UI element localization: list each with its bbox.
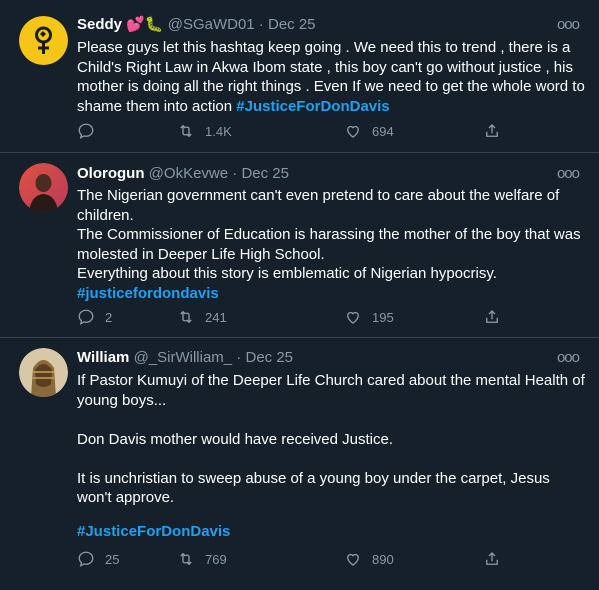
reply-button[interactable]: 25 (77, 549, 119, 569)
retweet-icon (180, 552, 192, 566)
retweet-count: 241 (205, 309, 227, 325)
like-button[interactable]: 694 (344, 121, 394, 141)
share-button[interactable] (483, 307, 501, 327)
tweet-actions: 2 241 195 (77, 307, 579, 327)
tweet-header: Olorogun @OkKevwe · Dec 25 ooo (77, 164, 580, 184)
retweet-button[interactable]: 241 (177, 307, 227, 327)
tweet[interactable]: William @_SirWilliam_ · Dec 25 ooo If Pa… (0, 338, 599, 590)
like-count: 694 (372, 123, 394, 139)
reply-button[interactable]: 2 (77, 307, 112, 327)
reply-count: 25 (105, 551, 120, 567)
tweet-body: If Pastor Kumuyi of the Deeper Life Chur… (77, 372, 585, 506)
profile-photo-icon (19, 163, 68, 212)
like-button[interactable]: 195 (344, 307, 394, 327)
avatar[interactable] (19, 348, 68, 397)
tweet-text: Please guys let this hashtag keep going … (77, 38, 585, 116)
female-symbol-avatar-icon (19, 16, 68, 65)
tweet-feed: Seddy 💕🐛 @SGaWD01 · Dec 25 ooo Please gu… (0, 0, 599, 590)
reply-button[interactable] (77, 121, 105, 141)
like-button[interactable]: 890 (344, 549, 394, 569)
tweet-text: If Pastor Kumuyi of the Deeper Life Chur… (77, 371, 585, 541)
hashtag-link[interactable]: #JusticeForDonDavis (236, 98, 389, 115)
separator: · (228, 165, 242, 182)
hashtag-link[interactable]: #justicefordondavis (77, 285, 219, 302)
display-name[interactable]: Olorogun (77, 165, 145, 182)
reply-icon (78, 123, 94, 140)
retweet-icon (180, 310, 192, 324)
hashtag-link[interactable]: #JusticeForDonDavis (77, 522, 585, 542)
more-options-icon[interactable]: ooo (557, 348, 580, 368)
share-icon (486, 124, 498, 137)
separator: · (254, 16, 268, 33)
timestamp[interactable]: Dec 25 (245, 349, 293, 366)
retweet-icon (180, 124, 192, 138)
handle[interactable]: @OkKevwe (149, 165, 228, 182)
display-name[interactable]: William (77, 349, 129, 366)
tweet[interactable]: Olorogun @OkKevwe · Dec 25 ooo The Niger… (0, 153, 599, 338)
more-options-icon[interactable]: ooo (557, 15, 580, 35)
avatar[interactable] (19, 163, 68, 212)
retweet-count: 769 (205, 551, 227, 567)
like-count: 890 (372, 551, 394, 567)
timestamp[interactable]: Dec 25 (241, 165, 289, 182)
tweet-actions: 1.4K 694 (77, 121, 579, 141)
separator: · (232, 349, 246, 366)
tweet-header: Seddy 💕🐛 @SGaWD01 · Dec 25 ooo (77, 15, 580, 35)
display-name[interactable]: Seddy 💕🐛 (77, 16, 164, 33)
retweet-button[interactable]: 1.4K (177, 121, 232, 141)
share-button[interactable] (483, 121, 501, 141)
tweet-body: The Nigerian government can't even prete… (77, 187, 581, 282)
reply-icon (78, 309, 94, 326)
tweet[interactable]: Seddy 💕🐛 @SGaWD01 · Dec 25 ooo Please gu… (0, 0, 599, 153)
retweet-button[interactable]: 769 (177, 549, 227, 569)
heart-icon (347, 553, 359, 566)
retweet-count: 1.4K (205, 123, 232, 139)
avatar[interactable] (19, 16, 68, 65)
more-options-icon[interactable]: ooo (557, 164, 580, 184)
share-button[interactable] (483, 549, 501, 569)
handle[interactable]: @_SirWilliam_ (134, 349, 233, 366)
heart-icon (347, 311, 359, 324)
tweet-text: The Nigerian government can't even prete… (77, 186, 585, 303)
share-icon (486, 310, 498, 323)
tweet-actions: 25 769 890 (77, 549, 579, 569)
handle[interactable]: @SGaWD01 (168, 16, 255, 33)
like-count: 195 (372, 309, 394, 325)
heart-icon (347, 125, 359, 138)
pharaoh-avatar-icon (19, 348, 68, 397)
reply-icon (78, 551, 94, 568)
reply-count: 2 (105, 309, 113, 325)
tweet-header: William @_SirWilliam_ · Dec 25 ooo (77, 348, 580, 368)
timestamp[interactable]: Dec 25 (268, 16, 316, 33)
share-icon (486, 552, 498, 565)
